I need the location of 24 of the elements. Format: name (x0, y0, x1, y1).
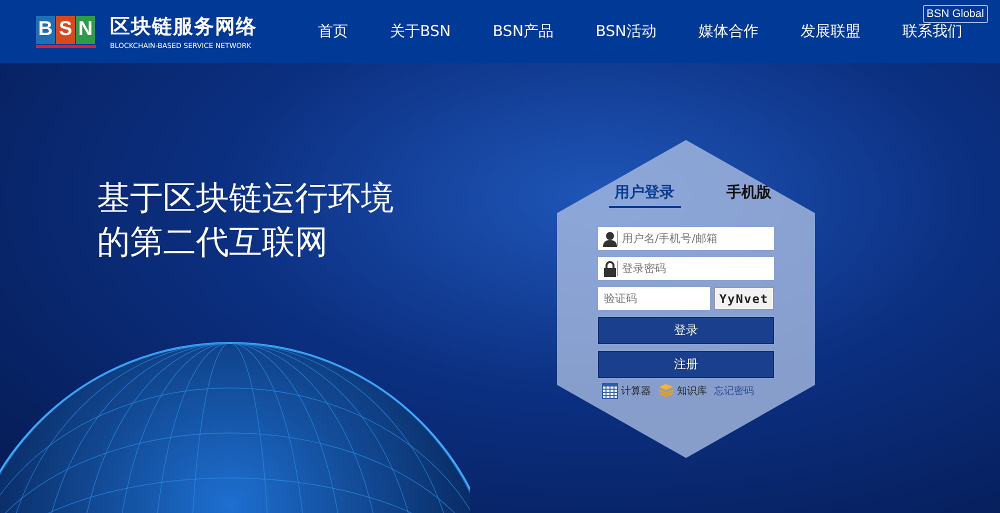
global-button[interactable]: BSN Global (922, 5, 988, 23)
nav-link[interactable]: 联系我们 (881, 22, 984, 41)
login-tab[interactable]: 手机版 (720, 182, 778, 208)
login-tab[interactable]: 用户登录 (608, 182, 680, 208)
lock-icon (603, 260, 617, 276)
layers-icon (658, 383, 674, 399)
nav-link[interactable]: 媒体合作 (677, 22, 780, 41)
register-button[interactable]: 注册 (598, 351, 774, 378)
nav-link[interactable]: BSN活动 (574, 22, 678, 41)
brand-title: 区块链服务网络 (110, 13, 257, 40)
nav-link[interactable]: 首页 (297, 22, 369, 41)
username-field[interactable]: 用户名/手机号/邮箱 (598, 227, 774, 250)
grid-icon (602, 383, 618, 399)
headline: 基于区块链运行环境 的第二代互联网 (97, 177, 395, 263)
user-icon (603, 230, 617, 246)
link[interactable]: 知识库 (658, 383, 707, 399)
login-button[interactable]: 登录 (598, 317, 774, 344)
nav-link[interactable]: 发展联盟 (779, 22, 882, 41)
nav-link[interactable]: 关于BSN (369, 22, 472, 41)
nav-link[interactable]: BSN产品 (472, 22, 575, 41)
captcha-field[interactable]: 验证码 (598, 287, 710, 310)
password-field[interactable]: 登录密码 (598, 257, 774, 280)
captcha-image[interactable]: YyNvet (714, 287, 774, 310)
link[interactable]: 计算器 (602, 383, 651, 399)
